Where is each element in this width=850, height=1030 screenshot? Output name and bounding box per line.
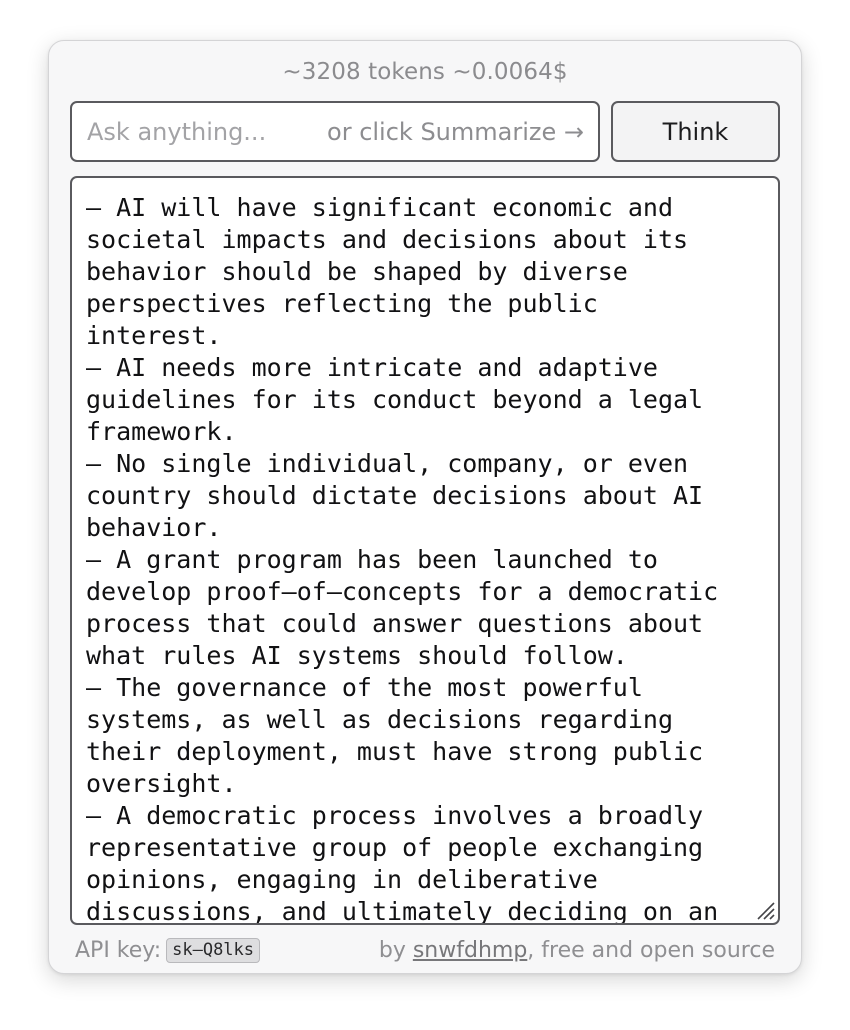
api-key-badge[interactable]: sk–Q8lks bbox=[166, 937, 261, 963]
summarizer-popup: ~3208 tokens ~0.0064$ Ask anything... or… bbox=[48, 40, 802, 974]
credit-text: by snwfdhmp, free and open source bbox=[379, 938, 775, 963]
resize-grip-icon[interactable] bbox=[752, 897, 776, 921]
summary-text: – AI will have significant economic and … bbox=[86, 193, 719, 925]
credit-prefix: by bbox=[378, 937, 413, 963]
summary-output[interactable]: – AI will have significant economic and … bbox=[70, 176, 780, 925]
api-key-label: API key: bbox=[75, 937, 162, 963]
token-cost-label: ~3208 tokens ~0.0064$ bbox=[282, 59, 568, 85]
summarize-hint: or click Summarize → bbox=[327, 117, 584, 146]
ask-input[interactable]: Ask anything... or click Summarize → bbox=[70, 101, 600, 162]
credit-suffix: , free and open source bbox=[527, 937, 775, 963]
think-button[interactable]: Think bbox=[611, 101, 780, 162]
ask-input-placeholder: Ask anything... bbox=[87, 117, 267, 146]
footer: API key: sk–Q8lks by snwfdhmp, free and … bbox=[75, 933, 775, 967]
author-link[interactable]: snwfdhmp bbox=[413, 938, 527, 963]
